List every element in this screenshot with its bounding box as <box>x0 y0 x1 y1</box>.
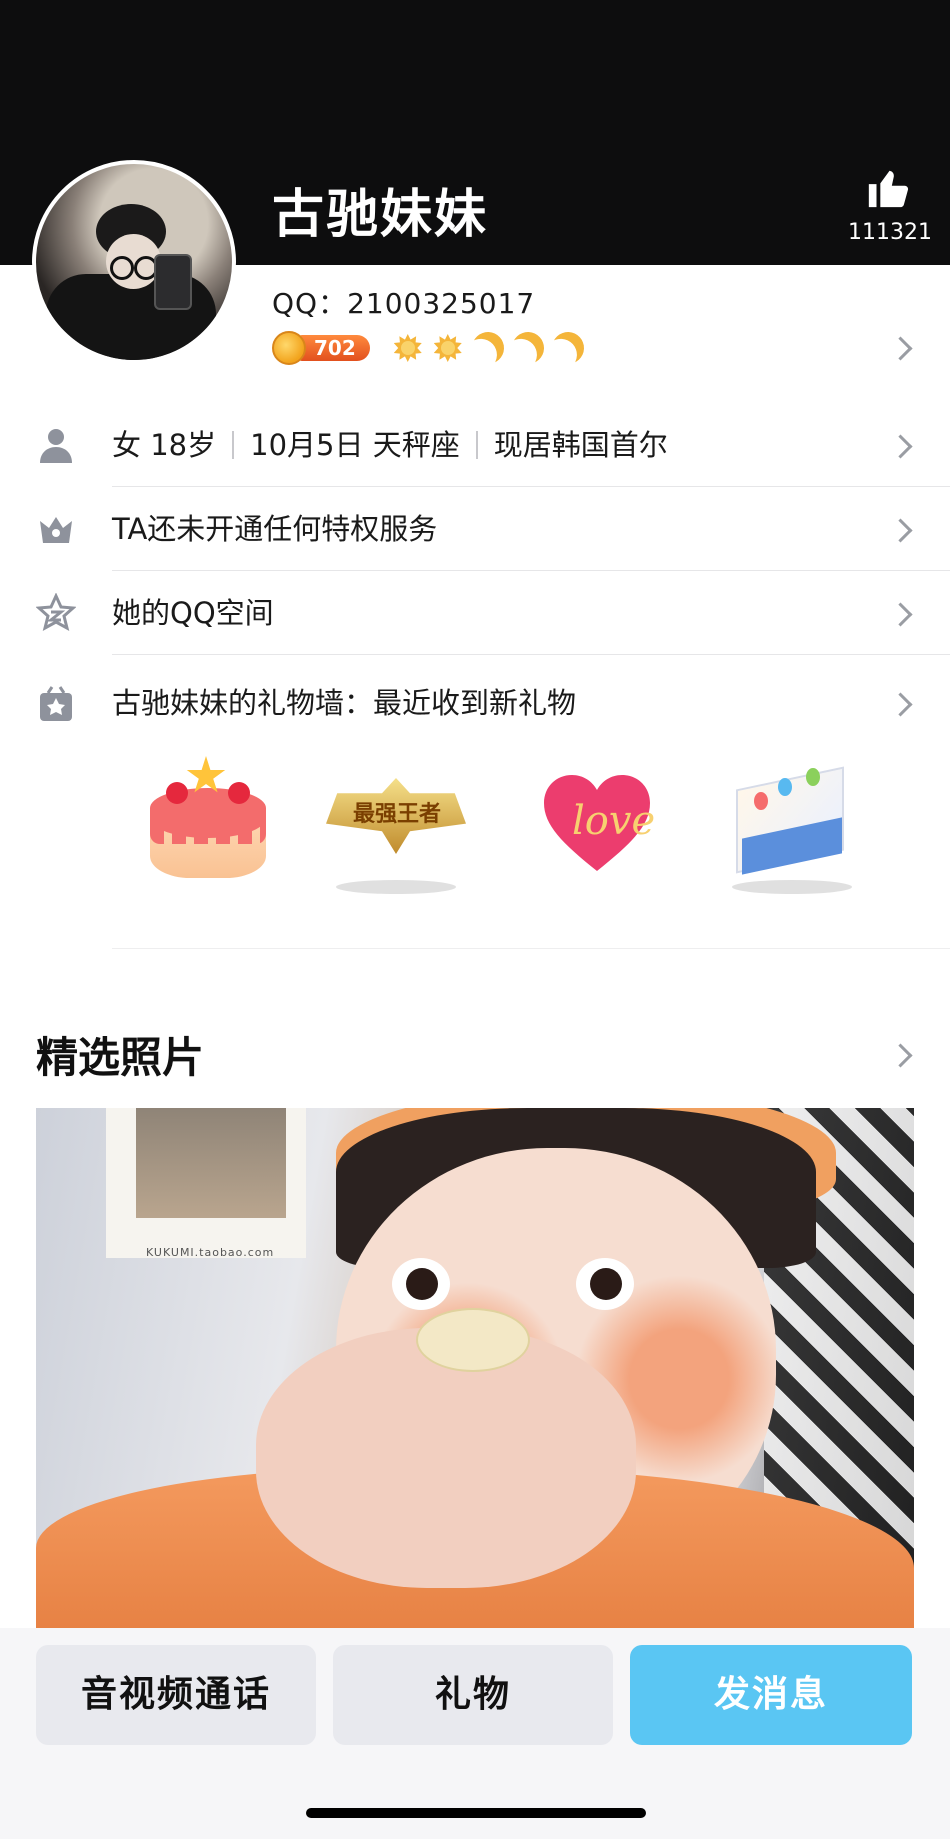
balloon <box>754 792 768 810</box>
featured-photos-title: 精选照片 <box>36 1033 205 1082</box>
coin-icon <box>272 331 306 365</box>
cake-gift-icon[interactable] <box>132 748 272 898</box>
gift-box-icon <box>40 686 72 721</box>
sun-level-icon <box>392 332 424 364</box>
chevron-right-icon <box>888 434 913 459</box>
send-message-button[interactable]: 发消息 <box>630 1645 912 1745</box>
section-divider <box>112 948 950 949</box>
strongest-king-badge-icon[interactable]: 最强王者 <box>316 748 476 898</box>
birthday-card-icon[interactable] <box>712 748 872 898</box>
gift-shadow <box>732 880 852 894</box>
photo-poster-image <box>136 1108 286 1218</box>
avatar-glasses-left <box>110 256 134 280</box>
privilege-text: TA还未开通任何特权服务 <box>112 512 438 546</box>
location: 现居韩国首尔 <box>493 428 668 462</box>
gift-button[interactable]: 礼物 <box>333 1645 613 1745</box>
thumbs-up-icon <box>868 170 909 208</box>
photo-eye <box>392 1258 450 1310</box>
like-count: 111321 <box>848 220 932 245</box>
moon-level-icon <box>467 327 508 368</box>
love-text: love <box>572 798 656 844</box>
qq-number-value: 2100325017 <box>347 287 536 320</box>
gift-wall-row[interactable]: 古驰妹妹的礼物墙：最近收到新礼物 <box>0 661 950 745</box>
zodiac: 天秤座 <box>372 428 460 462</box>
balloon <box>806 768 820 786</box>
strawberry <box>166 782 188 804</box>
sun-level-icon <box>432 332 464 364</box>
photo-poster-caption: KUKUMI.taobao.com <box>146 1246 275 1259</box>
row-divider <box>112 654 950 655</box>
home-indicator[interactable] <box>306 1808 646 1818</box>
chevron-right-icon <box>888 518 913 543</box>
video-call-button[interactable]: 音视频通话 <box>36 1645 316 1745</box>
love-heart-balloon-icon[interactable]: love <box>512 748 682 898</box>
age: 18岁 <box>150 428 217 462</box>
qzone-text: 她的QQ空间 <box>112 596 274 630</box>
qzone-star-icon <box>36 593 76 631</box>
gift-shadow <box>336 880 456 894</box>
photo-eye <box>576 1258 634 1310</box>
level-coin-value: 702 <box>298 335 370 361</box>
balloon <box>778 778 792 796</box>
nickname: 古驰妹妹 <box>272 185 489 245</box>
level-row[interactable]: 702 <box>272 328 584 368</box>
cake-drip <box>150 818 266 844</box>
moon-level-icon <box>547 327 588 368</box>
chevron-right-icon <box>888 602 913 627</box>
chevron-right-icon[interactable] <box>888 336 913 361</box>
chevron-right-icon <box>888 692 913 717</box>
gender: 女 <box>112 428 142 462</box>
qzone-row[interactable]: 她的QQ空间 <box>0 571 950 655</box>
birthday: 10月5日 <box>250 428 364 462</box>
qq-label: QQ： <box>272 287 348 320</box>
avatar[interactable] <box>32 160 236 364</box>
separator <box>475 431 478 459</box>
privilege-row[interactable]: TA还未开通任何特权服务 <box>0 487 950 571</box>
photo-dumpling <box>416 1308 530 1372</box>
chevron-right-icon[interactable] <box>888 1043 913 1068</box>
level-coin-badge: 702 <box>272 331 370 365</box>
person-icon <box>40 429 72 463</box>
separator <box>232 431 235 459</box>
avatar-phone <box>154 254 192 310</box>
gift-wall-text: 古驰妹妹的礼物墙：最近收到新礼物 <box>112 686 577 720</box>
gift-wall-preview[interactable]: 最强王者 love <box>0 748 950 898</box>
qq-number[interactable]: QQ：2100325017 <box>272 282 535 322</box>
basic-info-text: 女 18岁 10月5日 天秤座 现居韩国首尔 <box>112 403 668 487</box>
basic-info-row[interactable]: 女 18岁 10月5日 天秤座 现居韩国首尔 <box>0 403 950 487</box>
featured-photo[interactable]: KUKUMI.taobao.com <box>36 1108 914 1628</box>
qq-level-icons <box>392 332 584 364</box>
king-badge-text: 最强王者 <box>352 802 441 827</box>
strawberry <box>228 782 250 804</box>
moon-level-icon <box>507 327 548 368</box>
crown-icon <box>40 517 72 543</box>
